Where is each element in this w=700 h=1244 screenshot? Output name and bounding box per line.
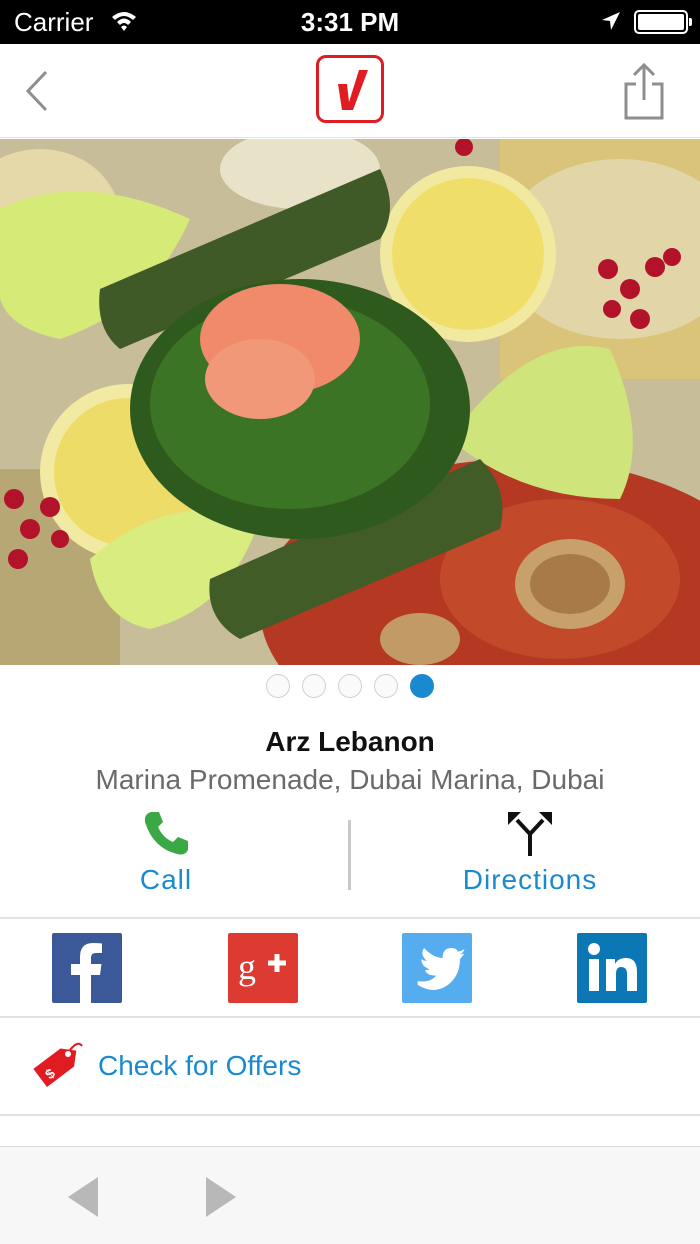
chevron-left-icon[interactable] [18,68,58,114]
battery-level [638,14,684,30]
google-plus-button[interactable]: g [228,933,298,1003]
twitter-button[interactable] [402,933,472,1003]
linkedin-button[interactable] [577,933,647,1003]
facebook-button[interactable] [52,933,122,1003]
location-arrow-icon [602,12,620,30]
phone-icon [144,812,188,855]
directions-button[interactable]: Directions [380,808,680,908]
page-dot[interactable] [410,674,434,698]
check-offers-row[interactable]: $ Check for Offers [0,1018,700,1114]
navigation-bar [0,44,700,138]
gallery-page-indicator[interactable] [0,674,700,704]
status-bar: Carrier 3:31 PM [0,0,700,44]
svg-text:g: g [238,947,256,987]
app-logo[interactable] [316,55,384,123]
twitter-icon [417,948,465,990]
triangle-right-icon[interactable] [204,1175,238,1219]
check-offers-label: Check for Offers [98,1050,302,1081]
triangle-left-icon[interactable] [66,1175,100,1219]
actions-divider [348,820,351,890]
restaurant-name: Arz Lebanon [265,726,435,757]
linkedin-icon [588,943,637,991]
mezze-platter-photo [0,139,700,665]
contact-actions: Call Directions [0,808,700,916]
directions-fork-icon [508,812,552,856]
gallery-image[interactable] [0,139,700,665]
status-time: 3:31 PM [300,7,400,37]
share-icon[interactable] [620,62,668,122]
page-dot[interactable] [266,674,290,698]
battery-icon [634,10,692,34]
facebook-icon [71,943,102,1003]
divider [0,1114,700,1116]
price-tag-icon: $ [33,1042,83,1087]
checkmark-logo-icon [338,70,368,110]
directions-label: Directions [462,864,598,895]
divider [0,917,700,919]
page-dot[interactable] [302,674,326,698]
page-dot[interactable] [374,674,398,698]
social-share-row: g [0,920,700,1016]
google-plus-icon: g [238,947,286,987]
bottom-toolbar [0,1146,700,1244]
restaurant-address: Marina Promenade, Dubai Marina, Dubai [95,764,605,795]
call-label: Call [139,864,193,895]
call-button[interactable]: Call [16,808,316,908]
page-dot[interactable] [338,674,362,698]
